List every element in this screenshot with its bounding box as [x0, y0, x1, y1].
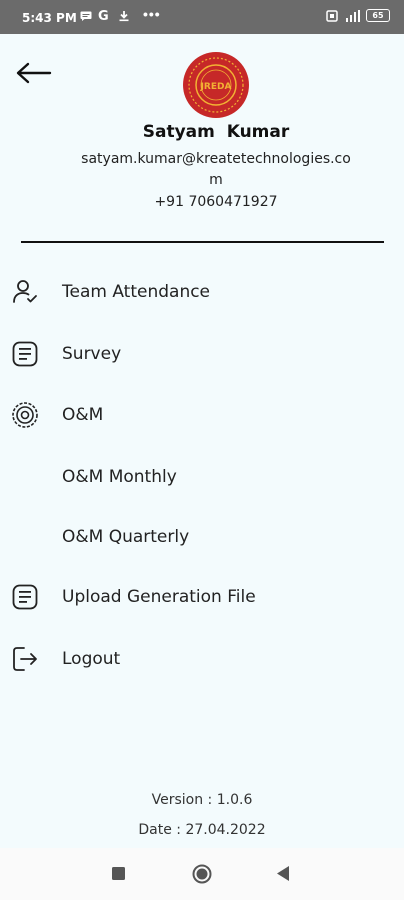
user-phone: +91 7060471927: [154, 194, 278, 210]
menu-item-survey[interactable]: Survey: [0, 332, 404, 376]
menu-item-label: O&M Monthly: [62, 467, 177, 487]
divider: [21, 241, 384, 243]
menu-item-label: Upload Generation File: [62, 587, 256, 607]
user-email: satyam.kumar@kreatetechnologies.com: [81, 151, 351, 188]
status-time: 5:43 PM: [22, 11, 77, 25]
battery-icon: 65: [366, 9, 390, 22]
gear-icon: [11, 401, 39, 429]
status-right: 65: [326, 9, 390, 22]
home-button[interactable]: [192, 864, 212, 889]
menu-item-label: Logout: [62, 649, 121, 669]
download-icon: [118, 10, 130, 25]
logout-icon: [11, 645, 39, 673]
document-icon: [11, 583, 39, 611]
logo-text: JREDA: [200, 82, 232, 92]
person-check-icon: [11, 278, 39, 306]
menu-item-team-attendance[interactable]: Team Attendance: [0, 270, 404, 314]
signal-icon: [346, 9, 360, 22]
menu-item-label: O&M Quarterly: [62, 527, 190, 547]
menu-item-om-monthly[interactable]: O&M Monthly: [0, 455, 404, 499]
menu-item-label: Survey: [62, 344, 122, 364]
back-button[interactable]: [277, 866, 290, 886]
app-version: Version : 1.0.6: [151, 792, 253, 808]
menu-item-logout[interactable]: Logout: [0, 637, 404, 681]
message-icon: [80, 10, 92, 24]
user-name: Satyam Kumar: [142, 122, 290, 142]
google-icon: G: [98, 9, 109, 24]
recent-apps-button[interactable]: [112, 867, 125, 885]
menu-item-label: Team Attendance: [62, 282, 211, 302]
more-icon: •••: [143, 6, 161, 22]
back-arrow-icon[interactable]: [14, 58, 54, 88]
menu-item-upload-generation-file[interactable]: Upload Generation File: [0, 575, 404, 619]
screen-record-icon: [326, 9, 338, 22]
jreda-logo: JREDA: [182, 51, 250, 119]
status-bar: 5:43 PM G ••• 65: [0, 0, 404, 34]
document-icon: [11, 340, 39, 368]
menu-item-om-quarterly[interactable]: O&M Quarterly: [0, 515, 404, 559]
system-nav-bar: [0, 848, 404, 900]
menu-item-label: O&M: [62, 405, 104, 425]
menu-item-om[interactable]: O&M: [0, 393, 404, 437]
app-date: Date : 27.04.2022: [138, 822, 266, 838]
